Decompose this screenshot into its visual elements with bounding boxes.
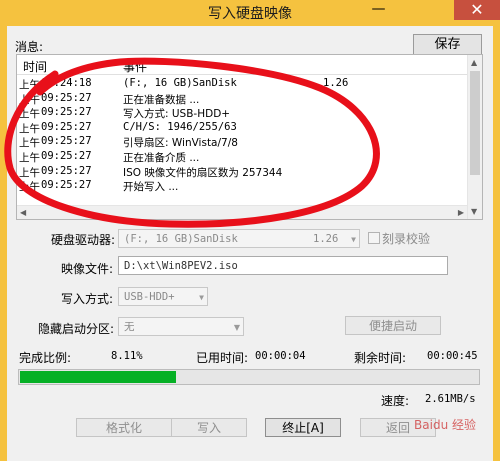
write-method-label: 写入方式: (61, 292, 114, 306)
stop-button[interactable]: 终止[A] (265, 418, 341, 437)
log-period: 上午 (19, 137, 40, 150)
hidden-partition-select[interactable]: 无 ▼ (118, 317, 244, 336)
log-time: 09:25:27 (41, 120, 92, 133)
format-button[interactable]: 格式化 (76, 418, 172, 437)
save-button[interactable]: 保存 (413, 34, 482, 55)
log-period: 上午 (19, 122, 40, 135)
watermark: Baidu 经验 (414, 418, 476, 432)
log-event: 正在准备数据 ... (123, 93, 200, 106)
log-time: 09:25:27 (41, 106, 92, 119)
message-log[interactable]: 时间 事件 上午 09:24:18 (F:, 16 GB)SanDisk 1.2… (16, 54, 483, 220)
log-vertical-scrollbar[interactable]: ▲ ▼ (467, 55, 482, 219)
drive-select[interactable]: (F:, 16 GB)SanDisk 1.26 ▼ (118, 229, 360, 248)
log-event: C/H/S: 1946/255/63 (123, 120, 237, 133)
remaining-label: 剩余时间: (354, 351, 407, 365)
quick-boot-button[interactable]: 便捷启动 (345, 316, 441, 335)
elapsed-value: 00:00:04 (255, 350, 306, 362)
drive-value: (F:, 16 GB)SanDisk (124, 233, 238, 245)
close-button[interactable]: ✕ (454, 0, 500, 20)
log-row: 上午 09:25:27 正在准备数据 ... (17, 92, 467, 107)
elapsed-label: 已用时间: (196, 351, 249, 365)
verify-checkbox[interactable] (368, 232, 380, 244)
log-row: 上午 09:25:27 开始写入 ... (17, 179, 467, 194)
remaining-value: 00:00:45 (427, 350, 478, 362)
dialog-body: 消息: 保存 时间 事件 上午 09:24:18 (F:, 16 GB)SanD… (7, 26, 493, 461)
log-event: 开始写入 ... (123, 181, 179, 194)
hidden-partition-label: 隐藏启动分区: (38, 322, 115, 336)
log-row: 上午 09:25:27 写入方式: USB-HDD+ (17, 106, 467, 121)
scroll-left-icon[interactable]: ◀ (20, 208, 26, 217)
log-row: 上午 09:25:27 C/H/S: 1946/255/63 (17, 121, 467, 136)
progress-bar (18, 369, 480, 385)
log-event: 引导扇区: WinVista/7/8 (123, 137, 238, 150)
log-period: 上午 (19, 108, 40, 121)
column-time[interactable]: 时间 (23, 58, 47, 75)
log-event: 正在准备介质 ... (123, 151, 200, 164)
scrollbar-thumb[interactable] (470, 71, 480, 175)
log-extra: 1.26 (323, 77, 349, 89)
write-method-select[interactable]: USB-HDD+ ▼ (118, 287, 208, 306)
log-time: 09:25:27 (41, 164, 92, 177)
title-bar: 写入硬盘映像 — ✕ (0, 0, 500, 26)
messages-label: 消息: (15, 40, 44, 54)
speed-value: 2.61MB/s (425, 393, 476, 405)
drive-label: 硬盘驱动器: (51, 233, 116, 247)
progress-fill (20, 371, 176, 383)
image-file-input[interactable]: D:\xt\Win8PEV2.iso (118, 256, 448, 275)
drive-version: 1.26 (313, 233, 339, 245)
hidden-partition-value: 无 (124, 321, 135, 333)
speed-label: 速度: (381, 394, 410, 408)
log-period: 上午 (19, 79, 40, 91)
log-header: 时间 事件 (17, 55, 467, 75)
log-row: 上午 09:25:27 ISO 映像文件的扇区数为 257344 (17, 165, 467, 180)
log-period: 上午 (19, 166, 40, 179)
log-row: 上午 09:24:18 (F:, 16 GB)SanDisk 1.26 (17, 77, 467, 92)
column-event[interactable]: 事件 (123, 58, 147, 75)
log-period: 上午 (19, 151, 40, 164)
scroll-up-icon[interactable]: ▲ (471, 58, 477, 67)
log-time: 09:24:18 (41, 77, 92, 89)
log-horizontal-scrollbar[interactable]: ◀ ▶ (17, 205, 467, 219)
window-title: 写入硬盘映像 (208, 6, 292, 22)
log-row: 上午 09:25:27 引导扇区: WinVista/7/8 (17, 135, 467, 150)
log-event: 写入方式: USB-HDD+ (123, 108, 231, 121)
log-period: 上午 (19, 93, 40, 106)
log-time: 09:25:27 (41, 149, 92, 162)
chevron-down-icon: ▼ (199, 293, 204, 302)
image-file-label: 映像文件: (61, 262, 114, 276)
log-period: 上午 (19, 181, 40, 194)
chevron-down-icon: ▼ (233, 323, 240, 332)
log-time: 09:25:27 (41, 91, 92, 104)
chevron-down-icon: ▼ (351, 235, 356, 244)
minimize-button[interactable]: — (364, 0, 393, 20)
log-time: 09:25:27 (41, 135, 92, 148)
log-event: (F:, 16 GB)SanDisk (123, 77, 237, 89)
log-time: 09:25:27 (41, 179, 92, 192)
completion-value: 8.11% (111, 350, 143, 362)
verify-label: 刻录校验 (382, 232, 431, 246)
log-event: ISO 映像文件的扇区数为 257344 (123, 166, 283, 179)
write-method-value: USB-HDD+ (124, 291, 175, 303)
completion-label: 完成比例: (19, 351, 72, 365)
scroll-right-icon[interactable]: ▶ (458, 208, 464, 217)
write-button[interactable]: 写入 (171, 418, 247, 437)
scroll-down-icon[interactable]: ▼ (471, 207, 477, 216)
log-row: 上午 09:25:27 正在准备介质 ... (17, 150, 467, 165)
log-rows: 上午 09:24:18 (F:, 16 GB)SanDisk 1.26 上午 0… (17, 77, 467, 194)
